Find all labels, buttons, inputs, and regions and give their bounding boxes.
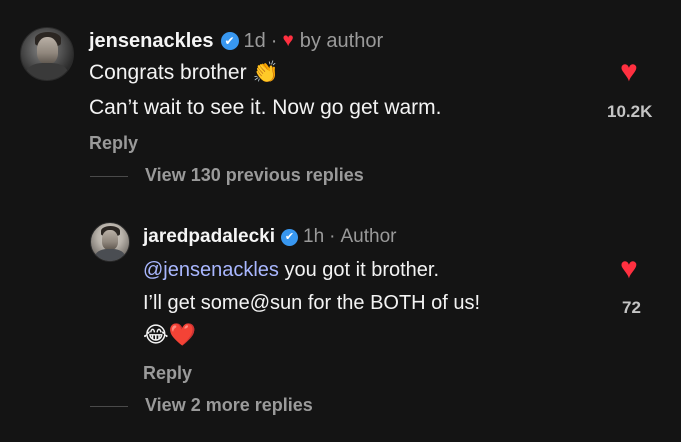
author-label: Author: [340, 226, 397, 247]
view-replies-divider: [90, 406, 128, 407]
comment-text: Congrats brother: [89, 61, 247, 84]
reply-header: jaredpadalecki ✔ 1h · Author: [143, 225, 396, 249]
view-more-replies-button[interactable]: View 2 more replies: [145, 395, 313, 416]
reply-button[interactable]: Reply: [89, 133, 138, 154]
clapping-hands-emoji: 👏: [252, 61, 279, 84]
avatar-face: [36, 37, 59, 65]
reply-text: you got it brother.: [278, 259, 440, 281]
like-count: 72: [622, 298, 641, 317]
mention-link[interactable]: @jensenackles: [143, 259, 279, 281]
avatar-body: [94, 248, 126, 261]
reply-username[interactable]: jaredpadalecki: [143, 226, 275, 248]
avatar-face: [102, 229, 119, 250]
liked-by-author-label: by author: [299, 29, 384, 52]
reply-button[interactable]: Reply: [143, 363, 192, 384]
avatar-jaredpadalecki[interactable]: [90, 222, 130, 262]
reply-emojis: 😂❤️: [143, 322, 197, 347]
view-replies-divider: [90, 176, 128, 177]
verified-badge-icon: ✔: [220, 32, 239, 50]
avatar-body: [26, 63, 68, 80]
liked-by-author-heart-icon: ♥: [282, 30, 294, 51]
verified-badge-icon: ✔: [281, 228, 299, 246]
avatar-jensenackles[interactable]: [20, 27, 74, 81]
comment-username[interactable]: jensenackles: [89, 30, 214, 53]
comment-text-line-1: Congrats brother 👏: [89, 61, 279, 85]
separator-dot: ·: [270, 29, 278, 52]
comment-header: jensenackles ✔ 1d · ♥ by author: [89, 29, 383, 53]
separator-dot: ·: [329, 226, 336, 247]
like-heart-icon[interactable]: ♥: [620, 57, 638, 87]
view-previous-replies-button[interactable]: View 130 previous replies: [145, 165, 364, 186]
reply-text-line-1: @jensenackles you got it brother.: [143, 259, 439, 282]
comment-text-line-2: Can’t wait to see it. Now go get warm.: [89, 96, 442, 119]
like-count: 10.2K: [607, 102, 653, 121]
reply-time: 1h: [303, 226, 325, 247]
like-heart-icon[interactable]: ♥: [620, 254, 638, 284]
reply-text-line-2: I’ll get some@sun for the BOTH of us!: [143, 292, 481, 314]
comment-time: 1d: [243, 29, 266, 52]
